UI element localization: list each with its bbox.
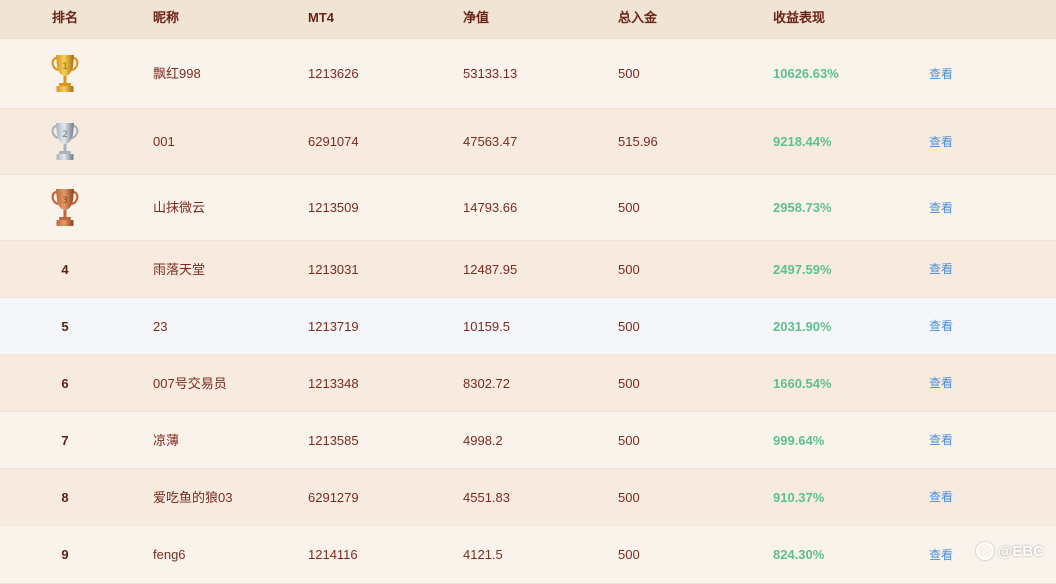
equity-cell: 12487.95 [463,262,518,277]
view-link[interactable]: 查看 [929,526,953,584]
deposit-cell: 500 [618,262,640,277]
equity-cell: 10159.5 [463,319,510,334]
nickname-cell: 凉薄 [153,433,180,448]
return-cell: 910.37% [773,490,825,505]
gold-trophy-icon: 1 [50,52,80,96]
deposit-cell: 500 [618,319,640,334]
mt4-account-cell: 1214116 [308,547,358,562]
deposit-column-header: 总入金 [618,10,658,25]
mt4-account-cell: 6291279 [308,490,359,505]
equity-cell: 4121.5 [463,547,503,562]
return-cell: 2958.73% [773,200,832,215]
view-link[interactable]: 查看 [929,298,953,355]
mt4-account-cell: 1213509 [308,200,359,215]
table-row: 9 feng6 1214116 4121.5 500 824.30% 查看 [0,526,1056,584]
mt4-account-cell: 6291074 [308,134,359,149]
mt4-account-cell: 1213626 [308,66,359,81]
view-link[interactable]: 查看 [929,175,953,241]
return-cell: 10626.63% [773,66,839,81]
bronze-trophy-icon: 3 [50,186,80,230]
nickname-cell: 爱吃鱼的狼03 [153,490,233,505]
table-row: 1 飘红998 1213626 53133.13 500 10626.63% 查看 [0,39,1056,109]
rank-number: 9 [61,547,69,562]
rank-number: 5 [61,319,69,334]
deposit-cell: 500 [618,433,640,448]
view-link[interactable]: 查看 [929,469,953,526]
mt4-account-cell: 1213719 [308,319,359,334]
view-link[interactable]: 查看 [929,412,953,469]
table-row: 5 23 1213719 10159.5 500 2031.90% 查看 [0,298,1056,355]
nickname-cell: 山抹微云 [153,200,206,215]
mt4-account-cell: 1213585 [308,433,359,448]
table-row: 4 雨落天堂 1213031 12487.95 500 2497.59% 查看 [0,241,1056,298]
table-row: 3 山抹微云 1213509 14793.66 500 2958.73% 查看 [0,175,1056,241]
weibo-logo-icon [975,542,994,560]
view-link[interactable]: 查看 [929,39,953,109]
table-row: 6 007号交易员 1213348 8302.72 500 1660.54% 查看 [0,355,1056,412]
return-column-header: 收益表现 [773,10,826,25]
deposit-cell: 500 [618,66,640,81]
view-link[interactable]: 查看 [929,109,953,175]
return-cell: 999.64% [773,433,825,448]
nickname-cell: feng6 [153,547,186,562]
deposit-cell: 500 [618,547,640,562]
nickname-cell: 001 [153,134,175,149]
equity-cell: 53133.13 [463,66,518,81]
mt4-account-cell: 1213031 [308,262,359,277]
deposit-cell: 515.96 [618,134,658,149]
nickname-cell: 飘红998 [153,66,201,81]
table-row: 7 凉薄 1213585 4998.2 500 999.64% 查看 [0,412,1056,469]
watermark-text: @EBC [997,542,1044,560]
deposit-cell: 500 [618,490,640,505]
equity-cell: 8302.72 [463,376,510,391]
nickname-cell: 007号交易员 [153,376,227,391]
equity-cell: 4998.2 [463,433,503,448]
rank-number: 7 [61,433,69,448]
return-cell: 824.30% [773,547,825,562]
mt4-account-cell: 1213348 [308,376,359,391]
equity-column-header: 净值 [463,10,490,25]
rank-number: 4 [61,262,69,277]
trophy-rank-number: 2 [62,130,68,140]
return-cell: 1660.54% [773,376,832,391]
trophy-rank-number: 3 [62,196,68,206]
nickname-column-header: 昵称 [153,10,180,25]
equity-cell: 4551.83 [463,490,510,505]
table-row: 8 爱吃鱼的狼03 6291279 4551.83 500 910.37% 查看 [0,469,1056,526]
nickname-cell: 雨落天堂 [153,262,206,277]
return-cell: 2497.59% [773,262,832,277]
deposit-cell: 500 [618,376,640,391]
leaderboard-header: 排名 昵称 MT4 净值 总入金 收益表现 [0,0,1056,39]
trophy-rank-number: 1 [62,62,68,72]
nickname-cell: 23 [153,319,168,334]
rank-number: 8 [61,490,69,505]
equity-cell: 14793.66 [463,200,518,215]
view-link[interactable]: 查看 [929,355,953,412]
mt4-column-header: MT4 [308,10,334,25]
silver-trophy-icon: 2 [50,120,80,164]
return-cell: 9218.44% [773,134,832,149]
equity-cell: 47563.47 [463,134,518,149]
return-cell: 2031.90% [773,319,832,334]
view-link[interactable]: 查看 [929,241,953,298]
deposit-cell: 500 [618,200,640,215]
watermark: @EBC [975,542,1044,560]
rank-column-header: 排名 [52,10,79,25]
rank-number: 6 [61,376,69,391]
table-row: 2 001 6291074 47563.47 515.96 9218.44% 查看 [0,109,1056,175]
